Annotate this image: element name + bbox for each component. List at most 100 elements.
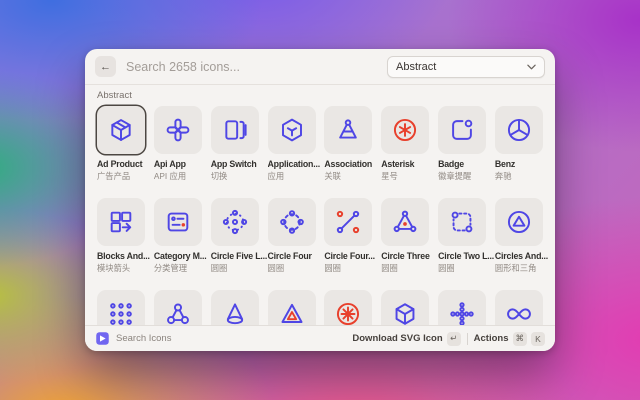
icon-subtitle: 圆圈 [268, 262, 324, 274]
icon-subtitle: 分类管理 [154, 262, 210, 274]
icon-tile-application[interactable] [268, 106, 316, 154]
icon-subtitle: 广告产品 [97, 170, 153, 182]
search-input[interactable]: Search 2658 icons... [126, 60, 240, 74]
icon-name: Api App [154, 159, 210, 169]
enter-key-badge: ↵ [447, 332, 461, 346]
icon-tile-molecule[interactable] [154, 290, 202, 325]
icon-tile-app-switch[interactable] [211, 106, 259, 154]
icon-tile-ad-product[interactable] [97, 106, 145, 154]
icon-tile-dots-cross[interactable] [438, 290, 486, 325]
icon-tile-circle-two[interactable] [438, 198, 486, 246]
icon-tile-category-management[interactable] [154, 198, 202, 246]
icon-search-window: ← Search 2658 icons... Abstract Abstract… [85, 49, 555, 351]
icon-subtitle: 应用 [268, 170, 324, 182]
icon-cell-category-management: Category M...分类管理 [154, 198, 210, 274]
category-dropdown-value: Abstract [396, 61, 436, 73]
icon-tile-circle-four[interactable] [268, 198, 316, 246]
icon-subtitle: 奔驰 [495, 170, 551, 182]
icon-cell-infinity [495, 290, 551, 325]
icon-name: Badge [438, 159, 494, 169]
icon-cell-association: Association关联 [324, 106, 380, 182]
download-svg-action[interactable]: Download SVG Icon ↵ [352, 332, 460, 346]
icon-tile-cube[interactable] [381, 290, 429, 325]
icon-subtitle: 徽章提醒 [438, 170, 494, 182]
icon-tile-association[interactable] [324, 106, 372, 154]
icon-cell-molecule [154, 290, 210, 325]
icon-tile-benz[interactable] [495, 106, 543, 154]
icon-name: Blocks And... [97, 251, 153, 261]
back-button[interactable]: ← [95, 56, 116, 77]
icon-subtitle: 圆圈 [211, 262, 267, 274]
icon-subtitle: 星号 [381, 170, 437, 182]
icon-name: Association [324, 159, 380, 169]
actions-label: Actions [474, 333, 509, 344]
icon-tile-circles-and-triangle[interactable] [495, 198, 543, 246]
icon-cell-dots-cross [438, 290, 494, 325]
icon-cell-blocks-and-arrows: Blocks And...模块箭头 [97, 198, 153, 274]
icon-tile-dot-matrix[interactable] [97, 290, 145, 325]
iconpark-logo [95, 331, 110, 346]
icon-name: Circles And... [495, 251, 551, 261]
icon-cell-badge: Badge徽章提醒 [438, 106, 494, 182]
icon-cell-asterisk: Asterisk星号 [381, 106, 437, 182]
icon-cell-circle-three: Circle Three圆圈 [381, 198, 437, 274]
icon-subtitle: 切换 [211, 170, 267, 182]
icon-cell-circle-two: Circle Two L...圆圈 [438, 198, 494, 274]
icon-cell-benz: Benz奔驰 [495, 106, 551, 182]
icon-grid: Ad Product广告产品Api AppAPI 应用App Switch切换A… [97, 106, 543, 325]
icon-cell-circle-four: Circle Four圆圈 [268, 198, 324, 274]
icon-name: Circle Two L... [438, 251, 494, 261]
footer-divider [467, 333, 468, 345]
icon-cell-nested-triangle [268, 290, 324, 325]
icon-tile-asterisk[interactable] [381, 106, 429, 154]
icon-subtitle: API 应用 [154, 170, 210, 182]
k-key-badge: K [531, 332, 545, 346]
icon-cell-starburst [324, 290, 380, 325]
icon-name: App Switch [211, 159, 267, 169]
section-title: Abstract [97, 90, 543, 101]
icon-name: Category M... [154, 251, 210, 261]
chevron-down-icon [527, 64, 536, 70]
icon-cell-circle-five: Circle Five L...圆圈 [211, 198, 267, 274]
icon-cell-cube [381, 290, 437, 325]
icon-tile-blocks-and-arrows[interactable] [97, 198, 145, 246]
icon-cell-api-app: Api AppAPI 应用 [154, 106, 210, 182]
icon-tile-circle-three[interactable] [381, 198, 429, 246]
category-dropdown[interactable]: Abstract [387, 56, 545, 78]
icon-name: Circle Five L... [211, 251, 267, 261]
icon-name: Application... [268, 159, 324, 169]
search-header: ← Search 2658 icons... Abstract [85, 49, 555, 85]
icon-cell-ad-product: Ad Product广告产品 [97, 106, 153, 182]
footer-app-name: Search Icons [116, 333, 171, 344]
icon-name: Circle Three [381, 251, 437, 261]
arrow-left-icon: ← [100, 61, 111, 73]
cmd-key-badge: ⌘ [513, 332, 528, 346]
icon-name: Ad Product [97, 159, 153, 169]
icon-tile-starburst[interactable] [324, 290, 372, 325]
footer-bar: Search Icons Download SVG Icon ↵ Actions… [85, 325, 555, 351]
actions-menu[interactable]: Actions ⌘ K [474, 332, 545, 346]
icon-cell-cone [211, 290, 267, 325]
icon-tile-nested-triangle[interactable] [268, 290, 316, 325]
icon-subtitle: 圆圈 [381, 262, 437, 274]
icon-name: Circle Four... [324, 251, 380, 261]
icon-cell-app-switch: App Switch切换 [211, 106, 267, 182]
icon-name: Asterisk [381, 159, 437, 169]
icon-tile-cone[interactable] [211, 290, 259, 325]
icon-tile-circle-four-lines[interactable] [324, 198, 372, 246]
download-svg-label: Download SVG Icon [352, 333, 442, 344]
icon-subtitle: 圆圈 [438, 262, 494, 274]
icon-cell-circles-and-triangle: Circles And...圆形和三角 [495, 198, 551, 274]
results-area: Abstract Ad Product广告产品Api AppAPI 应用App … [85, 85, 555, 325]
icon-subtitle: 圆圈 [324, 262, 380, 274]
icon-subtitle: 关联 [324, 170, 380, 182]
icon-tile-api-app[interactable] [154, 106, 202, 154]
icon-subtitle: 模块箭头 [97, 262, 153, 274]
desktop-background: { "header": { "back_glyph": "←", "search… [0, 0, 640, 400]
icon-subtitle: 圆形和三角 [495, 262, 551, 274]
icon-tile-infinity[interactable] [495, 290, 543, 325]
icon-name: Circle Four [268, 251, 324, 261]
icon-tile-circle-five[interactable] [211, 198, 259, 246]
icon-tile-badge[interactable] [438, 106, 486, 154]
icon-name: Benz [495, 159, 551, 169]
